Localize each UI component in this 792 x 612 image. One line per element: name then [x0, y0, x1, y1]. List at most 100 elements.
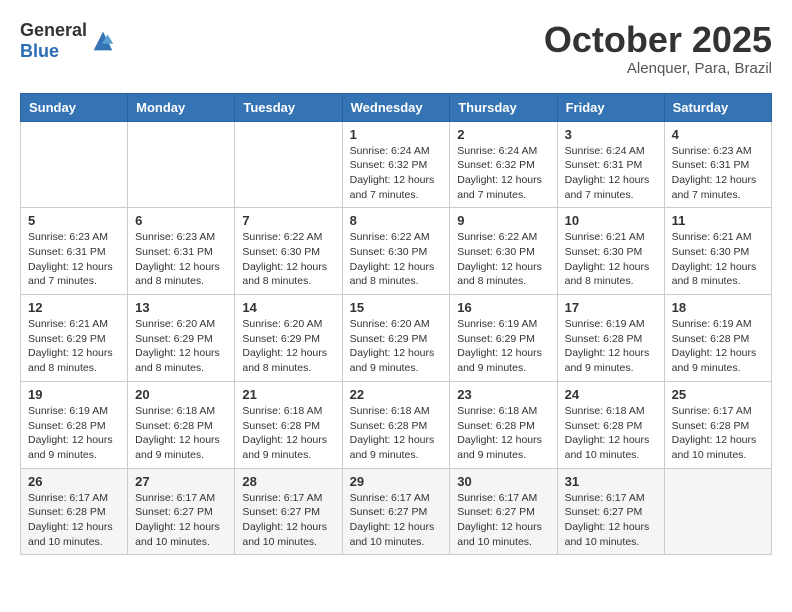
daylight-text: and 8 minutes. — [565, 275, 634, 287]
daylight-text: and 8 minutes. — [135, 275, 204, 287]
daylight-text: Daylight: 12 hours — [672, 261, 757, 273]
sunrise-text: Sunrise: 6:17 AM — [457, 492, 537, 504]
calendar-week-row: 1 Sunrise: 6:24 AM Sunset: 6:32 PM Daylight… — [21, 121, 772, 208]
daylight-text: and 10 minutes. — [565, 449, 640, 461]
daylight-text: and 10 minutes. — [672, 449, 747, 461]
sunset-text: Sunset: 6:30 PM — [350, 246, 428, 258]
daylight-text: and 10 minutes. — [350, 536, 425, 548]
daylight-text: and 8 minutes. — [672, 275, 741, 287]
daylight-text: and 7 minutes. — [565, 189, 634, 201]
day-number: 11 — [672, 213, 764, 228]
sunset-text: Sunset: 6:29 PM — [242, 333, 320, 345]
logo-text: General Blue — [20, 20, 87, 62]
daylight-text: Daylight: 12 hours — [457, 434, 542, 446]
daylight-text: Daylight: 12 hours — [350, 261, 435, 273]
calendar-cell: 13Sunrise: 6:20 AMSunset: 6:29 PMDayligh… — [128, 295, 235, 382]
calendar-cell: 11 Sunrise: 6:21 AM Sunset: 6:30 PM Dayligh… — [664, 208, 771, 295]
day-number: 27 — [135, 474, 227, 489]
sunrise-text: Sunrise: 6:21 AM — [672, 231, 752, 243]
day-number: 31 — [565, 474, 657, 489]
sunrise-text: Sunrise: 6:20 AM — [135, 318, 215, 330]
daylight-text: Daylight: 12 hours — [135, 261, 220, 273]
daylight-text: Daylight: 12 hours — [672, 347, 757, 359]
sunrise-text: Sunrise: 6:18 AM — [457, 405, 537, 417]
sunset-text: Sunset: 6:29 PM — [457, 333, 535, 345]
day-number: 23 — [457, 387, 549, 402]
logo-blue: Blue — [20, 41, 59, 61]
sunset-text: Sunset: 6:30 PM — [672, 246, 750, 258]
col-header-sunday: Sunday — [21, 93, 128, 121]
calendar-cell: 20Sunrise: 6:18 AMSunset: 6:28 PMDayligh… — [128, 381, 235, 468]
sunrise-text: Sunrise: 6:23 AM — [135, 231, 215, 243]
sunrise-text: Sunrise: 6:22 AM — [350, 231, 430, 243]
calendar-table: SundayMondayTuesdayWednesdayThursdayFrid… — [20, 93, 772, 556]
sunrise-text: Sunrise: 6:18 AM — [242, 405, 322, 417]
day-number: 12 — [28, 300, 120, 315]
day-number: 24 — [565, 387, 657, 402]
sunset-text: Sunset: 6:28 PM — [565, 420, 643, 432]
daylight-text: Daylight: 12 hours — [28, 347, 113, 359]
calendar-cell: 12Sunrise: 6:21 AMSunset: 6:29 PMDayligh… — [21, 295, 128, 382]
calendar-cell: 7Sunrise: 6:22 AMSunset: 6:30 PMDaylight… — [235, 208, 342, 295]
day-number: 4 — [672, 127, 764, 142]
calendar-cell: 15Sunrise: 6:20 AMSunset: 6:29 PMDayligh… — [342, 295, 450, 382]
day-number: 16 — [457, 300, 549, 315]
location: Alenquer, Para, Brazil — [544, 60, 772, 77]
sunrise-text: Sunrise: 6:17 AM — [350, 492, 430, 504]
daylight-text: and 8 minutes. — [135, 362, 204, 374]
sunset-text: Sunset: 6:29 PM — [135, 333, 213, 345]
sunset-text: Sunset: 6:28 PM — [28, 420, 106, 432]
day-number: 6 — [135, 213, 227, 228]
daylight-text: Daylight: 12 hours — [28, 434, 113, 446]
daylight-text: and 8 minutes. — [350, 275, 419, 287]
sunset-text: Sunset: 6:30 PM — [457, 246, 535, 258]
daylight-text: Daylight: 12 hours — [672, 174, 757, 186]
sunrise-text: Sunrise: 6:18 AM — [135, 405, 215, 417]
calendar-week-row: 12Sunrise: 6:21 AMSunset: 6:29 PMDayligh… — [21, 295, 772, 382]
daylight-text: and 8 minutes. — [457, 275, 526, 287]
daylight-text: and 7 minutes. — [350, 189, 419, 201]
sunset-text: Sunset: 6:32 PM — [350, 159, 428, 171]
calendar-cell: 6Sunrise: 6:23 AMSunset: 6:31 PMDaylight… — [128, 208, 235, 295]
sunset-text: Sunset: 6:27 PM — [242, 506, 320, 518]
daylight-text: Daylight: 12 hours — [457, 174, 542, 186]
sunrise-text: Sunrise: 6:18 AM — [565, 405, 645, 417]
sunset-text: Sunset: 6:32 PM — [457, 159, 535, 171]
daylight-text: Daylight: 12 hours — [350, 347, 435, 359]
sunset-text: Sunset: 6:31 PM — [672, 159, 750, 171]
calendar-cell: 14Sunrise: 6:20 AMSunset: 6:29 PMDayligh… — [235, 295, 342, 382]
sunrise-text: Sunrise: 6:22 AM — [242, 231, 322, 243]
daylight-text: Daylight: 12 hours — [457, 261, 542, 273]
daylight-text: and 7 minutes. — [28, 275, 97, 287]
sunset-text: Sunset: 6:29 PM — [28, 333, 106, 345]
daylight-text: and 10 minutes. — [565, 536, 640, 548]
daylight-text: Daylight: 12 hours — [28, 521, 113, 533]
calendar-cell: 24Sunrise: 6:18 AMSunset: 6:28 PMDayligh… — [557, 381, 664, 468]
daylight-text: Daylight: 12 hours — [135, 347, 220, 359]
day-number: 3 — [565, 127, 657, 142]
sunrise-text: Sunrise: 6:19 AM — [565, 318, 645, 330]
day-number: 1 — [350, 127, 443, 142]
calendar-cell: 23Sunrise: 6:18 AMSunset: 6:28 PMDayligh… — [450, 381, 557, 468]
daylight-text: Daylight: 12 hours — [350, 434, 435, 446]
sunset-text: Sunset: 6:29 PM — [350, 333, 428, 345]
sunrise-text: Sunrise: 6:24 AM — [457, 145, 537, 157]
daylight-text: and 9 minutes. — [135, 449, 204, 461]
calendar-cell: 5Sunrise: 6:23 AMSunset: 6:31 PMDaylight… — [21, 208, 128, 295]
day-number: 21 — [242, 387, 334, 402]
daylight-text: and 9 minutes. — [672, 362, 741, 374]
day-number: 22 — [350, 387, 443, 402]
daylight-text: Daylight: 12 hours — [135, 521, 220, 533]
calendar-cell: 4Sunrise: 6:23 AMSunset: 6:31 PMDaylight… — [664, 121, 771, 208]
calendar-cell: 19Sunrise: 6:19 AMSunset: 6:28 PMDayligh… — [21, 381, 128, 468]
daylight-text: and 8 minutes. — [28, 362, 97, 374]
daylight-text: and 9 minutes. — [28, 449, 97, 461]
calendar-week-row: 26Sunrise: 6:17 AMSunset: 6:28 PMDayligh… — [21, 468, 772, 555]
day-number: 17 — [565, 300, 657, 315]
day-number: 8 — [350, 213, 443, 228]
calendar-cell: 21Sunrise: 6:18 AMSunset: 6:28 PMDayligh… — [235, 381, 342, 468]
sunrise-text: Sunrise: 6:20 AM — [350, 318, 430, 330]
daylight-text: and 9 minutes. — [350, 449, 419, 461]
sunrise-text: Sunrise: 6:24 AM — [565, 145, 645, 157]
col-header-tuesday: Tuesday — [235, 93, 342, 121]
